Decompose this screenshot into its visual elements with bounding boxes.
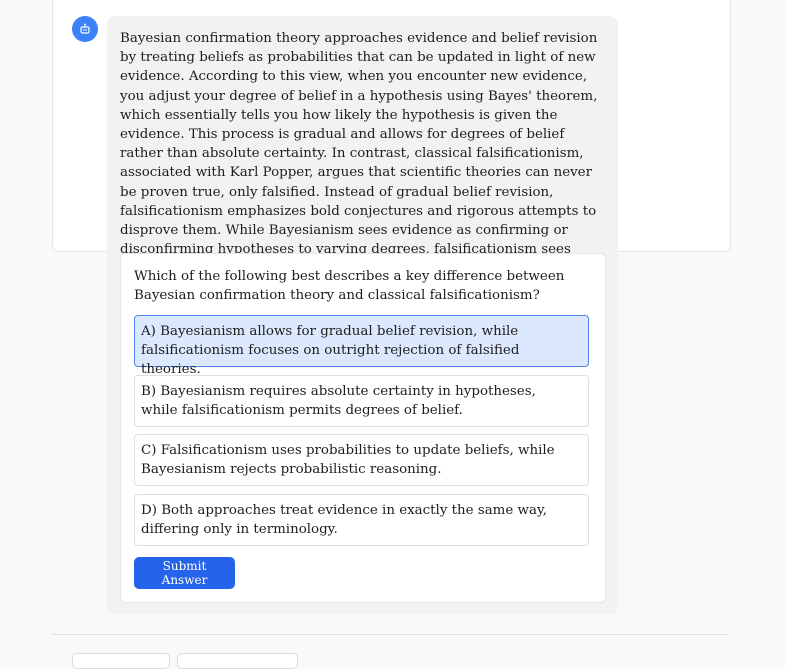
- quiz-option-b[interactable]: B) Bayesianism requires absolute certain…: [134, 375, 589, 427]
- assistant-avatar: [72, 16, 98, 42]
- quiz-card: [120, 253, 606, 603]
- quiz-option-d[interactable]: D) Both approaches treat evidence in exa…: [134, 494, 589, 546]
- divider: [52, 634, 729, 635]
- bottom-action-button[interactable]: [72, 653, 170, 669]
- quiz-question: Which of the following best describes a …: [134, 269, 565, 304]
- bot-icon: [80, 23, 90, 34]
- quiz-option-a[interactable]: A) Bayesianism allows for gradual belief…: [134, 315, 589, 377]
- assistant-message-text: Bayesian confirmation theory approaches …: [120, 31, 598, 276]
- quiz-option-c[interactable]: C) Falsificationism uses probabilities t…: [134, 434, 589, 486]
- submit-answer-button[interactable]: Submit Answer: [134, 557, 235, 589]
- bottom-action-button[interactable]: [177, 653, 298, 669]
